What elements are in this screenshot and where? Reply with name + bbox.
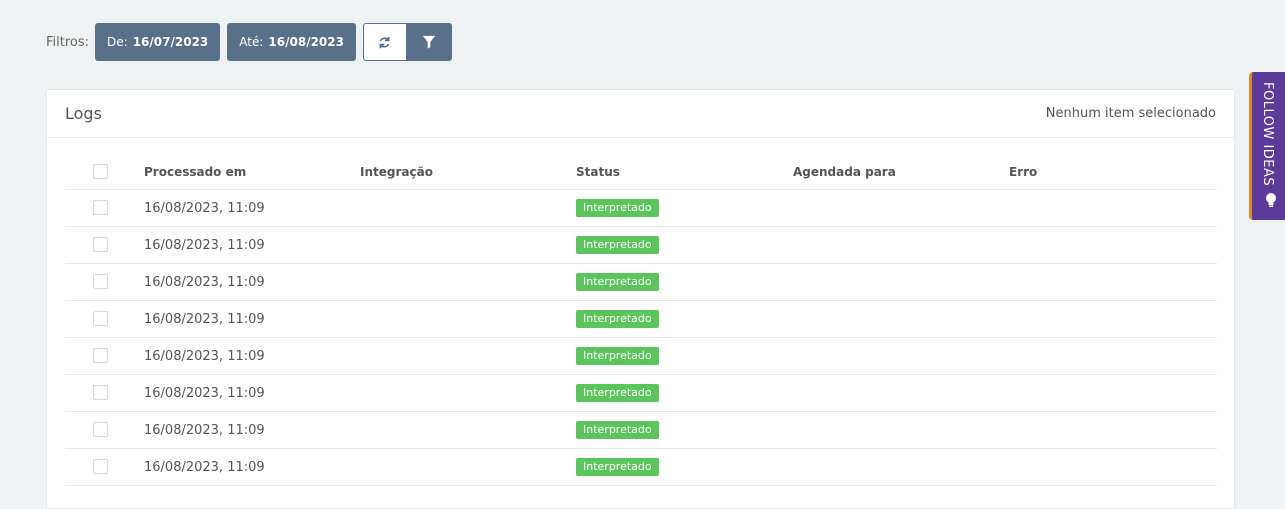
row-checkbox-cell bbox=[93, 385, 108, 400]
lightbulb-icon bbox=[1266, 193, 1276, 207]
table-row[interactable]: 16/08/2023, 11:09 Interpretado bbox=[65, 264, 1217, 301]
status-cell: Interpretado bbox=[576, 310, 659, 328]
column-header-scheduled[interactable]: Agendada para bbox=[793, 165, 896, 179]
column-header-error[interactable]: Erro bbox=[1009, 165, 1037, 179]
follow-ideas-tab[interactable]: FOLLOW IDEAS bbox=[1249, 72, 1285, 220]
processed-date: 16/08/2023, 11:09 bbox=[144, 311, 265, 327]
status-badge: Interpretado bbox=[576, 236, 659, 254]
logs-table: Processado em Integração Status Agendada… bbox=[65, 154, 1217, 486]
status-cell: Interpretado bbox=[576, 458, 659, 476]
processed-date: 16/08/2023, 11:09 bbox=[144, 459, 265, 475]
row-checkbox-cell bbox=[93, 237, 108, 252]
table-row[interactable]: 16/08/2023, 11:09 Interpretado bbox=[65, 412, 1217, 449]
row-checkbox[interactable] bbox=[93, 237, 108, 252]
logs-panel: Logs Nenhum item selecionado Processado … bbox=[46, 89, 1235, 509]
funnel-icon bbox=[423, 35, 436, 49]
filters-bar: Filtros: De: 16/07/2023 Até: 16/08/2023 bbox=[46, 23, 452, 61]
processed-date: 16/08/2023, 11:09 bbox=[144, 422, 265, 438]
table-row[interactable]: 16/08/2023, 11:09 Interpretado bbox=[65, 375, 1217, 412]
table-row[interactable]: 16/08/2023, 11:09 Interpretado bbox=[65, 190, 1217, 227]
row-checkbox-cell bbox=[93, 200, 108, 215]
status-cell: Interpretado bbox=[576, 421, 659, 439]
row-checkbox[interactable] bbox=[93, 311, 108, 326]
refresh-icon bbox=[380, 36, 390, 48]
processed-date: 16/08/2023, 11:09 bbox=[144, 237, 265, 253]
row-checkbox[interactable] bbox=[93, 348, 108, 363]
table-row[interactable]: 16/08/2023, 11:09 Interpretado bbox=[65, 449, 1217, 486]
date-to-value: 16/08/2023 bbox=[268, 35, 344, 49]
action-button-group bbox=[362, 23, 452, 61]
status-badge: Interpretado bbox=[576, 273, 659, 291]
row-checkbox[interactable] bbox=[93, 422, 108, 437]
table-row[interactable]: 16/08/2023, 11:09 Interpretado bbox=[65, 301, 1217, 338]
panel-title: Logs bbox=[65, 104, 102, 123]
date-from-button[interactable]: De: 16/07/2023 bbox=[95, 23, 221, 61]
select-all-checkbox[interactable] bbox=[93, 163, 108, 179]
row-checkbox[interactable] bbox=[93, 274, 108, 289]
processed-date: 16/08/2023, 11:09 bbox=[144, 200, 265, 216]
status-badge: Interpretado bbox=[576, 458, 659, 476]
processed-date: 16/08/2023, 11:09 bbox=[144, 385, 265, 401]
status-badge: Interpretado bbox=[576, 347, 659, 365]
status-badge: Interpretado bbox=[576, 384, 659, 402]
row-checkbox[interactable] bbox=[93, 459, 108, 474]
row-checkbox-cell bbox=[93, 422, 108, 437]
row-checkbox-cell bbox=[93, 348, 108, 363]
date-from-prefix: De: bbox=[107, 35, 128, 49]
row-checkbox[interactable] bbox=[93, 385, 108, 400]
status-badge: Interpretado bbox=[576, 421, 659, 439]
row-checkbox[interactable] bbox=[93, 200, 108, 215]
date-to-prefix: Até: bbox=[239, 35, 264, 49]
date-to-button[interactable]: Até: 16/08/2023 bbox=[227, 23, 356, 61]
processed-date: 16/08/2023, 11:09 bbox=[144, 274, 265, 290]
status-cell: Interpretado bbox=[576, 384, 659, 402]
select-all-cell bbox=[93, 163, 108, 179]
row-checkbox-cell bbox=[93, 311, 108, 326]
follow-ideas-label: FOLLOW IDEAS bbox=[1260, 82, 1275, 187]
row-checkbox-cell bbox=[93, 459, 108, 474]
selection-status: Nenhum item selecionado bbox=[1045, 106, 1216, 121]
status-cell: Interpretado bbox=[576, 273, 659, 291]
status-cell: Interpretado bbox=[576, 236, 659, 254]
date-from-value: 16/07/2023 bbox=[132, 35, 209, 49]
column-header-processed[interactable]: Processado em bbox=[144, 165, 246, 179]
table-row[interactable]: 16/08/2023, 11:09 Interpretado bbox=[65, 338, 1217, 375]
column-header-integration[interactable]: Integração bbox=[360, 165, 433, 179]
row-checkbox-cell bbox=[93, 274, 108, 289]
refresh-button[interactable] bbox=[362, 23, 407, 61]
status-cell: Interpretado bbox=[576, 347, 659, 365]
table-row[interactable]: 16/08/2023, 11:09 Interpretado bbox=[65, 227, 1217, 264]
panel-header: Logs Nenhum item selecionado bbox=[47, 90, 1234, 138]
status-badge: Interpretado bbox=[576, 310, 659, 328]
filter-button[interactable] bbox=[406, 23, 452, 61]
processed-date: 16/08/2023, 11:09 bbox=[144, 348, 265, 364]
status-badge: Interpretado bbox=[576, 199, 659, 217]
column-header-status[interactable]: Status bbox=[576, 165, 620, 179]
filters-label: Filtros: bbox=[46, 34, 90, 50]
table-header-row: Processado em Integração Status Agendada… bbox=[65, 154, 1217, 190]
status-cell: Interpretado bbox=[576, 199, 659, 217]
